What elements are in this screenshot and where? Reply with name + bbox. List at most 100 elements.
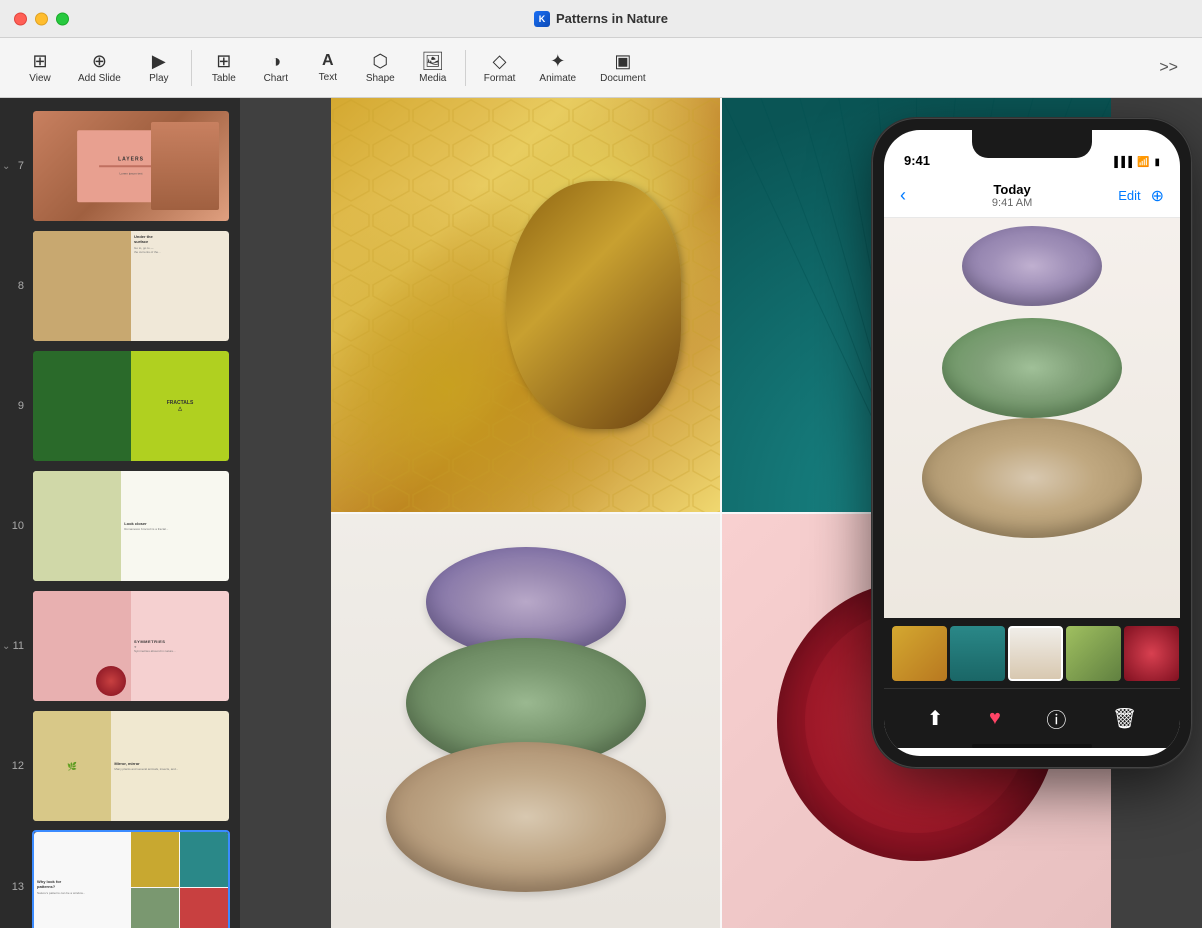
shape-button[interactable]: ⬡ Shape: [356, 48, 405, 88]
phone-nav-subtitle: 9:41 AM: [906, 197, 1118, 209]
phone-thumb-2[interactable]: [950, 626, 1005, 681]
slide-thumb-wrap-13: Why look forpatterns? Nature's patterns …: [32, 830, 230, 928]
slide-num-8: 8: [10, 280, 24, 292]
shape-icon: ⬡: [372, 52, 388, 70]
phone-home-indicator: [972, 744, 1092, 748]
minimize-button[interactable]: [35, 12, 48, 25]
slide-item-9[interactable]: 9 FRACTALS△: [0, 346, 240, 466]
animate-button[interactable]: ✦ Animate: [529, 48, 586, 88]
view-button[interactable]: ⊞ View: [16, 48, 64, 88]
table-label: Table: [212, 73, 236, 84]
chart-button[interactable]: ◑ Chart: [252, 48, 300, 88]
main-area: ⌄ 7 LAYERS Lorem ipsum text 8: [0, 98, 1202, 928]
phone-urchin-mid: [942, 318, 1122, 418]
chart-icon: ◑: [270, 52, 281, 70]
document-button[interactable]: ▣ Document: [590, 48, 656, 88]
slide-item-7[interactable]: ⌄ 7 LAYERS Lorem ipsum text: [0, 106, 240, 226]
slide-num-12: 12: [10, 760, 24, 772]
slide-item-13[interactable]: 13 Why look forpatterns? Nature's patter…: [0, 826, 240, 928]
battery-icon: ▮: [1154, 157, 1160, 168]
document-label: Document: [600, 73, 646, 84]
phone-thumb-5[interactable]: [1124, 626, 1179, 681]
slide-thumb-7: LAYERS Lorem ipsum text: [33, 111, 229, 221]
info-button[interactable]: ⓘ: [1046, 704, 1066, 733]
text-button[interactable]: A Text: [304, 49, 352, 87]
phone-thumb-4[interactable]: [1066, 626, 1121, 681]
view-label: View: [29, 73, 51, 84]
phone-screen: 9:41 ▐▐▐ 📶 ▮ ‹ Today 9:41 AM: [884, 130, 1180, 756]
play-button[interactable]: ▶ Play: [135, 48, 183, 88]
media-label: Media: [419, 73, 446, 84]
phone-thumb-3[interactable]: [1008, 626, 1063, 681]
window-title: K Patterns in Nature: [534, 11, 668, 27]
urchin-bottom: [386, 742, 666, 892]
phone-nav-title-text: Today: [906, 182, 1118, 197]
slide-item-8[interactable]: 8 Under the surface Go to, go to —the cu…: [0, 226, 240, 346]
animate-label: Animate: [539, 73, 576, 84]
share-button[interactable]: ⬆: [927, 706, 944, 731]
slide-thumb-8: Under the surface Go to, go to —the curr…: [33, 231, 229, 341]
add-slide-label: Add Slide: [78, 73, 121, 84]
traffic-lights: [14, 12, 69, 25]
phone-thumbnail-strip: [884, 618, 1180, 688]
phone-edit-button[interactable]: Edit: [1118, 188, 1140, 203]
slide-item-10[interactable]: 10 Look closer Romanesco broccoli is a f…: [0, 466, 240, 586]
table-icon: ⊞: [216, 52, 231, 70]
text-label: Text: [319, 72, 337, 83]
phone-action-bar: ⬆ ♥ ⓘ 🗑: [884, 688, 1180, 748]
canvas-area: 9:41 ▐▐▐ 📶 ▮ ‹ Today 9:41 AM: [240, 98, 1202, 928]
phone-nav-bar: ‹ Today 9:41 AM Edit ⊕: [884, 174, 1180, 218]
urchin-stack: [331, 514, 720, 928]
toolbar-more-button[interactable]: >>: [1151, 55, 1186, 81]
format-label: Format: [484, 73, 516, 84]
group-chevron-7: ⌄: [2, 161, 10, 172]
slide-thumb-11: SYMMETRIES ✳ Symmetries abound in nature…: [33, 591, 229, 701]
slide-thumb-wrap-7: LAYERS Lorem ipsum text: [32, 110, 230, 222]
phone-time: 9:41: [904, 153, 930, 168]
phone-frame: 9:41 ▐▐▐ 📶 ▮ ‹ Today 9:41 AM: [872, 118, 1192, 768]
format-icon: ◇: [493, 52, 507, 70]
phone-urchin-top: [962, 226, 1102, 306]
close-button[interactable]: [14, 12, 27, 25]
phone-more-button[interactable]: ⊕: [1151, 186, 1164, 206]
titlebar: K Patterns in Nature: [0, 0, 1202, 38]
like-button[interactable]: ♥: [989, 707, 1001, 730]
add-slide-button[interactable]: ⊕ Add Slide: [68, 48, 131, 88]
shape-label: Shape: [366, 73, 395, 84]
slide-item-11[interactable]: ⌄ 11 SYMMETRIES ✳ Symmetries abound in n…: [0, 586, 240, 706]
separator-1: [191, 50, 192, 86]
phone-status-icons: ▐▐▐ 📶 ▮: [1111, 157, 1160, 168]
phone-thumb-1[interactable]: [892, 626, 947, 681]
slide-thumb-12: 🌿 Mirror, mirror Many plants and several…: [33, 711, 229, 821]
slide-thumb-wrap-10: Look closer Romanesco broccoli is a frac…: [32, 470, 230, 582]
slide-thumb-wrap-11: SYMMETRIES ✳ Symmetries abound in nature…: [32, 590, 230, 702]
media-icon: 🖼: [421, 52, 444, 70]
wifi-icon: 📶: [1137, 157, 1149, 168]
text-icon: A: [322, 53, 334, 69]
format-button[interactable]: ◇ Format: [474, 48, 526, 88]
slide-item-12[interactable]: 12 🌿 Mirror, mirror Many plants and seve…: [0, 706, 240, 826]
slide-thumb-wrap-12: 🌿 Mirror, mirror Many plants and several…: [32, 710, 230, 822]
delete-button[interactable]: 🗑: [1112, 706, 1137, 731]
slide-num-11: 11: [10, 640, 24, 652]
slide-num-9: 9: [10, 400, 24, 412]
canvas-cell-urchins: [331, 514, 720, 928]
media-button[interactable]: 🖼 Media: [409, 48, 457, 88]
slide-thumb-10: Look closer Romanesco broccoli is a frac…: [33, 471, 229, 581]
chart-label: Chart: [264, 73, 288, 84]
table-button[interactable]: ⊞ Table: [200, 48, 248, 88]
slide-thumb-9: FRACTALS△: [33, 351, 229, 461]
play-icon: ▶: [152, 52, 166, 70]
phone-nav-actions: Edit ⊕: [1118, 186, 1164, 206]
phone-main-image: [884, 218, 1180, 618]
animate-icon: ✦: [550, 52, 565, 70]
view-icon: ⊞: [32, 52, 47, 70]
fullscreen-button[interactable]: [56, 12, 69, 25]
slide-num-7: 7: [10, 160, 24, 172]
add-slide-icon: ⊕: [92, 52, 107, 70]
phone-overlay: 9:41 ▐▐▐ 📶 ▮ ‹ Today 9:41 AM: [872, 118, 1192, 768]
slide-thumb-wrap-8: Under the surface Go to, go to —the curr…: [32, 230, 230, 342]
document-icon: ▣: [614, 52, 631, 70]
toolbar: ⊞ View ⊕ Add Slide ▶ Play ⊞ Table ◑ Char…: [0, 38, 1202, 98]
phone-urchin-low: [922, 418, 1142, 538]
